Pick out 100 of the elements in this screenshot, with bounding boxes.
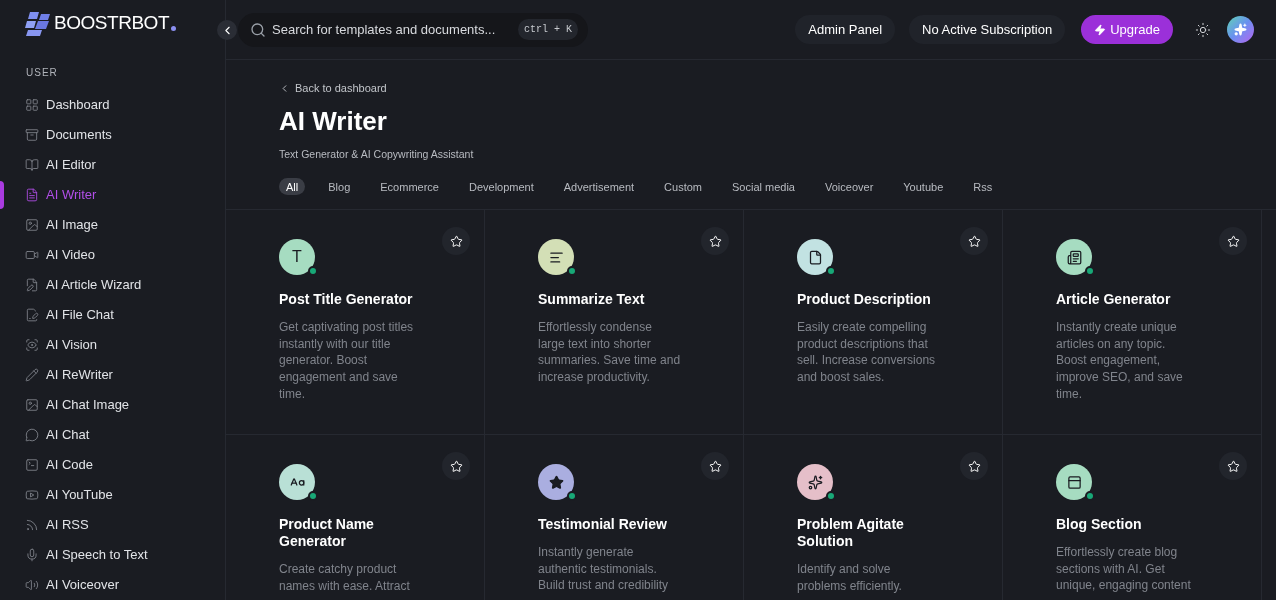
filter-tab[interactable]: Blog [321, 178, 358, 196]
template-description-line: time. [279, 385, 306, 403]
template-title: Product Description [797, 291, 932, 309]
template-title: Testimonial Review [538, 516, 668, 534]
template-description-line: Get captivating post titles [279, 319, 415, 336]
template-description-line: authentic testimonials. [538, 560, 658, 578]
document-icon [25, 188, 39, 202]
template-title: Post Title Generator [279, 291, 414, 309]
template-card[interactable]: Summarize Text Effortlessly condense large text into shorter summaries. Save time and increase productivity. [485, 210, 744, 436]
sidebar-item[interactable]: AI Video [25, 245, 95, 265]
page-title: AI Writer [279, 104, 387, 137]
pencil-icon [25, 368, 39, 382]
upgrade-button[interactable]: Upgrade [1081, 15, 1173, 44]
favorite-button[interactable] [701, 452, 729, 481]
template-card[interactable]: Product Name Generator Create catchy product names with ease. Attract [226, 435, 485, 600]
shortcut-hint: ctrl + K [518, 19, 578, 40]
filter-tab[interactable]: Custom [657, 178, 709, 196]
document-edit-icon [25, 278, 39, 292]
search-input[interactable]: Search for templates and documents... [272, 19, 512, 40]
image-icon [25, 398, 39, 412]
filter-tab[interactable]: Ecommerce [373, 178, 446, 196]
template-description-line: articles on any topic. [1056, 335, 1167, 353]
template-card[interactable]: Problem Agitate Solution Identify and solve problems efficiently. [744, 435, 1003, 600]
video-icon [25, 248, 39, 262]
template-letter: T [292, 247, 302, 268]
filter-tab[interactable]: Advertisement [556, 178, 642, 196]
template-description-line: Build trust and credibility [538, 577, 670, 595]
newspaper-icon [1066, 249, 1082, 265]
template-description-line: large text into shorter [538, 335, 652, 353]
favorite-button[interactable] [960, 452, 988, 481]
sidebar-item[interactable]: AI Vision [25, 335, 98, 355]
sidebar-item[interactable]: AI Article Wizard [25, 275, 142, 295]
filter-tab[interactable]: Rss [966, 178, 1000, 196]
filter-tab[interactable]: All [279, 178, 306, 196]
favorite-button[interactable] [1219, 452, 1247, 481]
sidebar-item[interactable]: Documents [25, 125, 112, 145]
template-description-line: and boost sales. [797, 369, 886, 386]
header-button[interactable]: Admin Panel [795, 15, 896, 44]
play-icon [25, 488, 39, 502]
sidebar-item[interactable]: AI RSS [25, 515, 89, 535]
sidebar-item[interactable]: AI Chat [25, 425, 90, 445]
star-icon [548, 474, 564, 490]
template-description-line: increase productivity. [538, 369, 651, 386]
document-icon [807, 249, 823, 265]
sidebar-item[interactable]: AI YouTube [25, 485, 113, 505]
template-card[interactable]: Blog Section Effortlessly create blog sections with AI. Get unique, engaging content [1003, 435, 1262, 600]
favorite-button[interactable] [442, 452, 470, 481]
star-icon [967, 459, 981, 473]
search-field[interactable]: Search for templates and documents... ctrl + K [238, 12, 588, 47]
template-card[interactable]: Testimonial Review Instantly generate authentic testimonials. Build trust and credibility [485, 435, 744, 600]
archive-icon [25, 128, 39, 142]
filter-tab[interactable]: Social media [725, 178, 802, 196]
speaker-icon [25, 578, 39, 592]
filter-tab[interactable]: Development [461, 178, 541, 196]
sparkles-icon [807, 474, 823, 490]
template-card[interactable]: Article Generator Instantly create unique articles on any topic. Boost engagement, improve SEO, and save time. [1003, 210, 1262, 436]
sidebar-item[interactable]: AI Speech to Text [25, 545, 148, 565]
microphone-icon [25, 548, 39, 562]
sidebar-item[interactable]: AI Chat Image [25, 395, 130, 415]
text-lines-icon [548, 249, 564, 265]
sidebar-item[interactable]: AI Code [25, 455, 93, 475]
header-button[interactable]: No Active Subscription [909, 15, 1066, 44]
sidebar-item[interactable]: AI ReWriter [25, 365, 113, 385]
favorite-button[interactable] [960, 227, 988, 256]
theme-toggle-icon[interactable] [1195, 21, 1211, 38]
filter-tab[interactable]: Youtube [896, 178, 951, 196]
collapse-button[interactable] [217, 20, 237, 40]
star-icon [1226, 234, 1240, 248]
star-icon [708, 234, 722, 248]
logo-text: BOOSTRBOT [54, 11, 169, 36]
chat-bubble-icon [25, 428, 39, 442]
template-description-line: engagement and save [279, 369, 399, 386]
filter-tab[interactable]: Voiceover [818, 178, 881, 196]
sidebar-item[interactable]: Dashboard [25, 95, 110, 115]
template-description-line: Create catchy product [279, 561, 398, 578]
template-description-line: generator. Boost [279, 352, 369, 370]
sidebar-item[interactable]: AI File Chat [25, 305, 114, 325]
search-icon [250, 21, 266, 38]
page-subtitle: Text Generator & AI Copywriting Assistant [279, 146, 474, 162]
sidebar-item[interactable]: AI Editor [25, 155, 96, 175]
avatar[interactable] [1227, 16, 1254, 43]
favorite-button[interactable] [1219, 227, 1247, 256]
lightning-icon [1094, 23, 1107, 36]
template-title: Summarize Text [538, 291, 646, 309]
sidebar-item[interactable]: AI Writer [25, 185, 97, 205]
star-icon [708, 459, 722, 473]
sidebar-item[interactable]: AI Voiceover [25, 575, 119, 595]
template-description-line: improve SEO, and save [1056, 369, 1184, 386]
template-card[interactable]: T Post Title Generator Get captivating post titles instantly with our title generator. Boost engagement and save time. [226, 210, 485, 436]
template-card[interactable]: Product Description Easily create compelling product descriptions that sell. Increase conversions and boost sales. [744, 210, 1003, 436]
rss-icon [25, 518, 39, 532]
template-title: Product Name Generator [279, 516, 375, 551]
favorite-button[interactable] [442, 227, 470, 256]
document-pen-icon [25, 308, 39, 322]
back-link[interactable]: Back to dashboard [279, 80, 387, 97]
template-description-line: Instantly create unique [1056, 319, 1178, 336]
sparkles-icon [1234, 23, 1247, 36]
favorite-button[interactable] [701, 227, 729, 256]
template-description-line: sell. Increase conversions [797, 352, 937, 370]
sidebar-item[interactable]: AI Image [25, 215, 99, 235]
